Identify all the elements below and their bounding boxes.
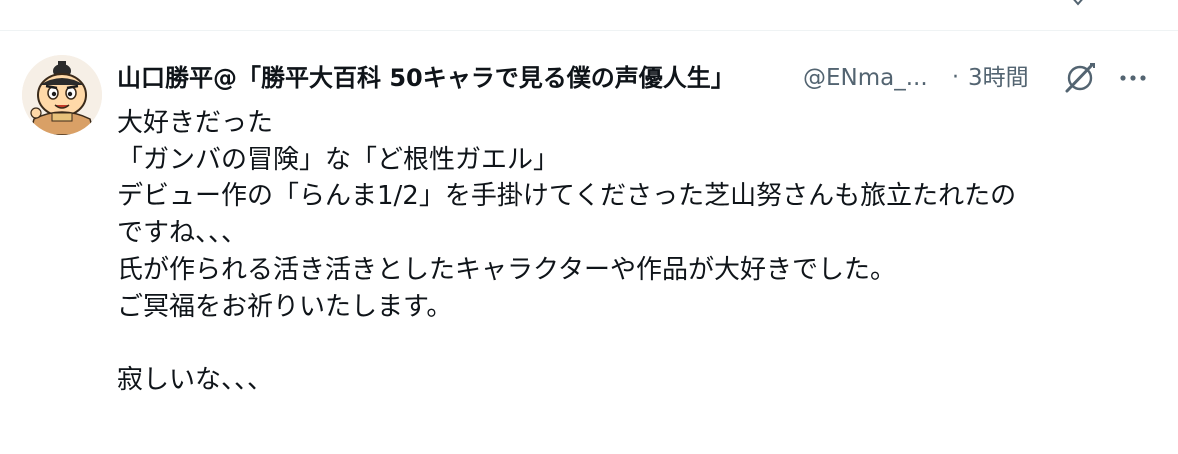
previous-post-edge bbox=[0, 0, 1178, 31]
more-horizontal-icon[interactable] bbox=[1114, 59, 1152, 97]
user-handle[interactable]: @ENma_... bbox=[803, 62, 948, 94]
tweet-text: 大好きだった 「ガンバの冒険」な「ど根性ガエル」 デビュー作の「らんま1/2」を… bbox=[117, 105, 1162, 399]
display-name[interactable]: 山口勝平@「勝平大百科 50キャラで見る僕の声優人生」 bbox=[117, 62, 787, 94]
tweet[interactable]: 山口勝平@「勝平大百科 50キャラで見る僕の声優人生」 @ENma_... · … bbox=[0, 31, 1178, 454]
tweet-line: ご冥福をお祈りいたします。 bbox=[117, 291, 453, 322]
tweet-line: ですね、、、 bbox=[117, 218, 248, 249]
grok-slash-circle-icon[interactable] bbox=[1061, 59, 1099, 97]
timestamp[interactable]: 3時間 bbox=[968, 62, 1029, 94]
tweet-line: 寂しいな、、、 bbox=[117, 364, 274, 395]
top-partial-icon[interactable] bbox=[1068, 0, 1088, 6]
tweet-line: 大好きだった bbox=[117, 108, 274, 138]
tweet-line: 「ガンバの冒険」な「ど根性ガエル」 bbox=[117, 144, 560, 175]
tweet-line: 氏が作られる活き活きとしたキャラクターや作品が大好きでした。 bbox=[117, 254, 896, 285]
cartoon-character-avatar-icon bbox=[22, 55, 102, 135]
tweet-blank-line bbox=[117, 325, 1162, 362]
separator-dot: · bbox=[952, 65, 959, 90]
tweet-line: デビュー作の「らんま1/2」を手掛けてくださった芝山努さんも旅立たれたの bbox=[117, 181, 1017, 212]
tweet-header: 山口勝平@「勝平大百科 50キャラで見る僕の声優人生」 @ENma_... · … bbox=[117, 59, 1162, 97]
avatar[interactable] bbox=[22, 55, 102, 135]
